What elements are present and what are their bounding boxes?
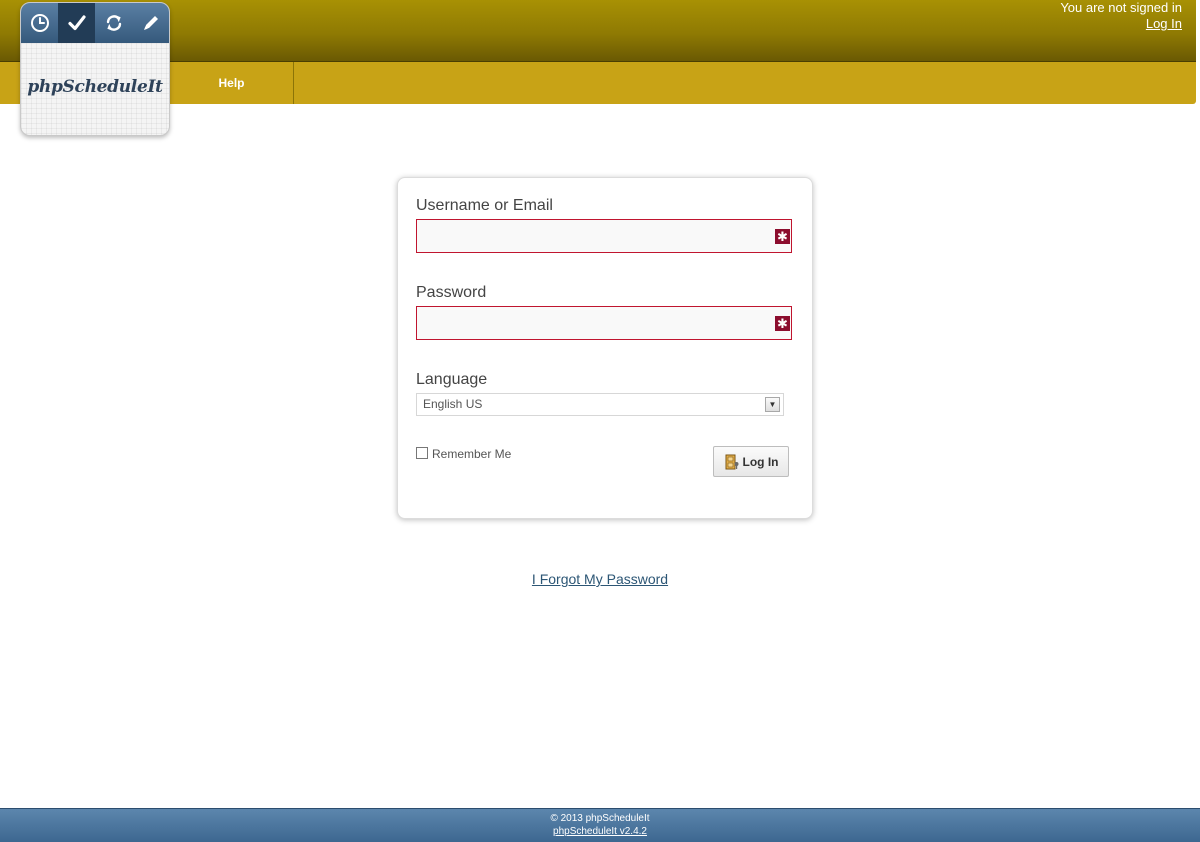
login-button-label: Log In bbox=[742, 454, 779, 469]
logo-icon-strip bbox=[21, 3, 169, 43]
refresh-icon bbox=[95, 3, 132, 43]
logo[interactable]: phpScheduleIt bbox=[20, 2, 170, 136]
header-login-link[interactable]: Log In bbox=[1060, 16, 1182, 32]
pencil-icon bbox=[132, 3, 169, 43]
remember-me-label[interactable]: Remember Me bbox=[432, 447, 511, 461]
chevron-down-icon[interactable]: ▼ bbox=[765, 397, 780, 412]
language-selected-value: English US bbox=[423, 397, 483, 411]
signin-status: You are not signed in Log In bbox=[1060, 0, 1182, 32]
logo-text: phpScheduleIt bbox=[27, 77, 163, 97]
remember-me-checkbox[interactable] bbox=[416, 447, 428, 459]
footer-version-link[interactable]: phpScheduleIt v2.4.2 bbox=[553, 825, 647, 838]
check-icon bbox=[58, 3, 95, 43]
nav-bar: Help bbox=[0, 62, 1196, 104]
clock-icon bbox=[21, 3, 58, 43]
footer-copyright: © 2013 phpScheduleIt bbox=[550, 813, 650, 824]
door-key-icon bbox=[725, 454, 738, 469]
password-input[interactable] bbox=[416, 306, 792, 340]
signin-status-text: You are not signed in bbox=[1060, 0, 1182, 15]
required-icon: ✱ bbox=[775, 316, 790, 331]
required-icon: ✱ bbox=[775, 229, 790, 244]
language-select[interactable]: English US ▼ bbox=[416, 393, 784, 416]
username-input[interactable] bbox=[416, 219, 792, 253]
login-panel: Username or Email ✱ Password ✱ Language … bbox=[397, 177, 813, 519]
forgot-password-link[interactable]: I Forgot My Password bbox=[0, 571, 1200, 587]
password-label: Password bbox=[416, 284, 487, 301]
language-label: Language bbox=[416, 371, 488, 388]
header-bar: You are not signed in Log In bbox=[0, 0, 1196, 62]
nav-item-help[interactable]: Help bbox=[170, 62, 294, 104]
login-button[interactable]: Log In bbox=[713, 446, 789, 477]
username-label: Username or Email bbox=[416, 197, 553, 214]
footer: © 2013 phpScheduleIt phpScheduleIt v2.4.… bbox=[0, 808, 1200, 842]
